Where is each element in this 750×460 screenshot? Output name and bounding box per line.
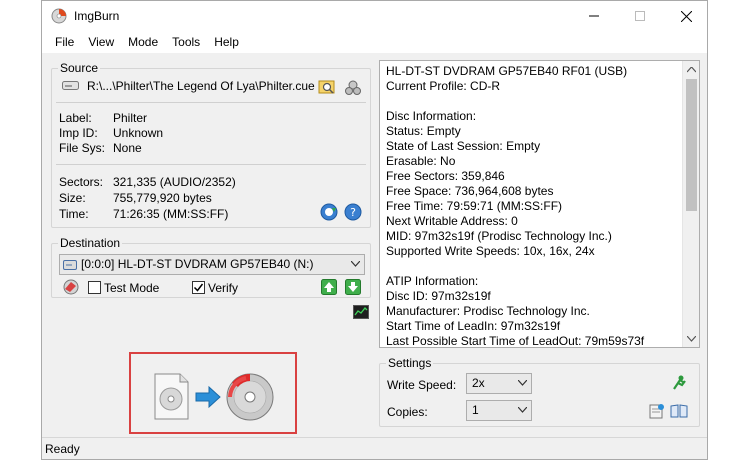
menu-help[interactable]: Help xyxy=(207,35,246,49)
chevron-down-icon xyxy=(518,407,527,413)
close-button[interactable] xyxy=(663,1,709,31)
disc-info-line: Disc Information: xyxy=(386,109,477,123)
disc-info-line: ATIP Information: xyxy=(386,274,479,288)
imgburn-window: ImgBurn File View Mode Tools Help Source… xyxy=(41,0,708,460)
disc-info-line: State of Last Session: Empty xyxy=(386,139,541,153)
test-mode-label: Test Mode xyxy=(104,281,160,295)
menu-view[interactable]: View xyxy=(81,35,121,49)
time-key: Time: xyxy=(59,207,89,221)
speed-runner-icon[interactable] xyxy=(670,374,688,392)
copies-label: Copies: xyxy=(387,405,428,419)
log-window-icon[interactable] xyxy=(353,305,369,319)
file-sys-key: File Sys: xyxy=(59,141,106,155)
write-speed-label: Write Speed: xyxy=(387,378,457,392)
source-legend: Source xyxy=(58,61,101,75)
menu-bar: File View Mode Tools Help xyxy=(42,31,707,53)
maximize-icon xyxy=(635,11,645,21)
disc-info-line: MID: 97m32s19f (Prodisc Technology Inc.) xyxy=(386,229,612,243)
chevron-down-icon xyxy=(351,261,360,267)
source-separator xyxy=(56,102,366,103)
copies-value: 1 xyxy=(472,403,479,417)
destination-legend: Destination xyxy=(58,236,123,250)
disc-info-line: Free Sectors: 359,846 xyxy=(386,169,505,183)
svg-text:?: ? xyxy=(350,206,356,219)
disc-info-line: Supported Write Speeds: 10x, 16x, 24x xyxy=(386,244,595,258)
disc-info-line: Erasable: No xyxy=(386,154,456,168)
close-icon xyxy=(680,10,692,22)
window-title: ImgBurn xyxy=(74,9,120,23)
size-key: Size: xyxy=(59,191,86,205)
disc-info-line: Status: Empty xyxy=(386,124,461,138)
checkmark-icon xyxy=(193,283,204,292)
refresh-info-icon[interactable] xyxy=(320,203,338,221)
size-value: 755,779,920 bytes xyxy=(113,191,212,205)
minimize-icon xyxy=(589,15,599,17)
disc-info-scrollbar[interactable] xyxy=(682,61,699,347)
browse-file-icon[interactable] xyxy=(318,78,336,96)
menu-tools[interactable]: Tools xyxy=(165,35,207,49)
scroll-down-button[interactable] xyxy=(683,330,699,347)
test-mode-checkbox[interactable] xyxy=(88,281,101,294)
arrow-up-icon[interactable] xyxy=(321,279,337,295)
imgburn-logo-icon xyxy=(51,8,67,24)
disc-info-line xyxy=(386,259,682,274)
source-separator-2 xyxy=(56,164,366,165)
label-key: Label: xyxy=(59,111,92,125)
disc-info-line xyxy=(386,94,682,109)
source-path: R:\...\Philter\The Legend Of Lya\Philter… xyxy=(87,79,315,93)
verify-checkbox[interactable] xyxy=(192,281,205,294)
file-sys-value: None xyxy=(113,141,142,155)
verify-label: Verify xyxy=(208,281,239,295)
disc-info-line: Free Time: 79:59:71 (MM:SS:FF) xyxy=(386,199,563,213)
destination-drive-select[interactable]: [0:0:0] HL-DT-ST DVDRAM GP57EB40 (N:) xyxy=(59,254,365,275)
maximize-button[interactable] xyxy=(617,1,663,31)
copies-select[interactable]: 1 xyxy=(466,400,532,421)
minimize-button[interactable] xyxy=(571,1,617,31)
disc-info-line: Start Time of LeadIn: 97m32s19f xyxy=(386,319,561,333)
status-text: Ready xyxy=(45,442,80,456)
source-group: Source R:\...\Philter\The Legend Of Lya\… xyxy=(51,61,371,228)
disc-info-line: Manufacturer: Prodisc Technology Inc. xyxy=(386,304,590,318)
help-disc-icon[interactable]: ? xyxy=(344,203,362,221)
disc-info-line: Current Profile: CD-R xyxy=(386,79,501,93)
disc-info-line: HL-DT-ST DVDRAM GP57EB40 RF01 (USB) xyxy=(386,64,628,78)
eraser-icon[interactable] xyxy=(63,279,79,295)
destination-group: Destination [0:0:0] HL-DT-ST DVDRAM GP57… xyxy=(51,236,371,298)
disc-info-panel[interactable]: HL-DT-ST DVDRAM GP57EB40 RF01 (USB) Curre… xyxy=(379,60,700,348)
chevron-down-icon xyxy=(518,380,527,386)
settings-legend: Settings xyxy=(386,356,434,370)
scroll-up-button[interactable] xyxy=(683,61,699,78)
menu-file[interactable]: File xyxy=(48,35,81,49)
sectors-key: Sectors: xyxy=(59,175,104,189)
calculate-icon[interactable] xyxy=(344,78,362,96)
imp-id-value: Unknown xyxy=(113,126,164,140)
write-speed-select[interactable]: 2x xyxy=(466,373,532,394)
arrow-down-icon[interactable] xyxy=(345,279,361,295)
disc-info-line: Next Writable Address: 0 xyxy=(386,214,518,228)
disc-info-line: Free Space: 736,964,608 bytes xyxy=(386,184,554,198)
book-icon[interactable] xyxy=(670,402,688,420)
drive-icon xyxy=(62,81,79,90)
sectors-value: 321,335 (AUDIO/2352) xyxy=(113,175,236,189)
status-bar: Ready xyxy=(42,437,707,459)
label-value: Philter xyxy=(113,111,148,125)
disc-info-text: HL-DT-ST DVDRAM GP57EB40 RF01 (USB) Curre… xyxy=(386,64,682,348)
time-value: 71:26:35 (MM:SS:FF) xyxy=(113,207,229,221)
chevron-up-icon xyxy=(687,66,696,72)
write-speed-value: 2x xyxy=(472,376,485,390)
write-button[interactable] xyxy=(150,369,278,423)
title-bar: ImgBurn xyxy=(42,1,707,31)
imp-id-key: Imp ID: xyxy=(59,126,98,140)
settings-group: Settings Write Speed: 2x Copies: 1 xyxy=(379,356,700,427)
queue-icon[interactable] xyxy=(648,402,666,420)
drive-icon xyxy=(63,260,77,270)
chevron-down-icon xyxy=(687,335,696,342)
disc-info-line: Disc ID: 97m32s19f xyxy=(386,289,491,303)
disc-info-line: Last Possible Start Time of LeadOut: 79m… xyxy=(386,334,645,348)
write-image-to-disc-icon xyxy=(154,373,274,421)
scroll-thumb[interactable] xyxy=(686,79,697,211)
destination-drive-value: [0:0:0] HL-DT-ST DVDRAM GP57EB40 (N:) xyxy=(81,257,314,271)
menu-mode[interactable]: Mode xyxy=(121,35,165,49)
